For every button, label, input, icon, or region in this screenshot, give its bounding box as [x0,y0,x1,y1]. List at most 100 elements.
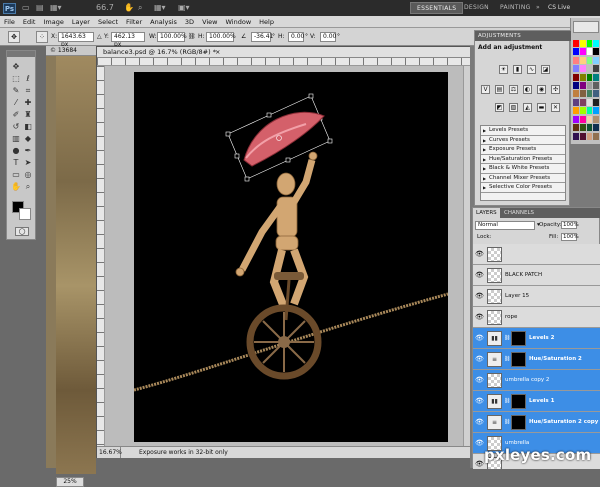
visibility-eye-icon[interactable]: 👁 [475,271,484,280]
workspace-essentials[interactable]: ESSENTIALS [410,2,464,14]
swatch[interactable] [573,115,579,123]
threshold-icon[interactable]: ◭ [523,103,532,112]
fill-input[interactable]: 100% [561,233,579,241]
preset-hue-saturation[interactable]: Hue/Saturation Presets [481,155,565,164]
hskew-input[interactable]: 0.00 [288,32,304,42]
gradient-tool-icon[interactable]: ▥ [10,133,22,144]
swatch[interactable] [573,124,579,132]
vibrance-icon[interactable]: V [481,85,490,94]
swatch[interactable] [593,65,599,73]
tab-channels[interactable]: CHANNELS [501,208,537,218]
layer-thumbnail[interactable] [487,247,502,262]
brightness-icon[interactable]: ☀ [499,65,508,74]
mask-link-icon[interactable]: ⛓ [504,356,510,362]
color-balance-icon[interactable]: ⚖ [509,85,518,94]
preset-curves[interactable]: Curves Presets [481,136,565,145]
swatch[interactable] [586,40,593,47]
move-tool-icon[interactable]: ✥ [10,61,22,72]
shape-tool-icon[interactable]: ▭ [10,169,22,180]
brush-tool-icon[interactable]: ✐ [10,109,22,120]
swatch[interactable] [579,40,586,47]
swatch[interactable] [573,98,579,106]
swatch[interactable] [586,98,593,106]
eyedropper-tool-icon[interactable]: ⁄ [10,97,22,108]
swatch[interactable] [579,82,586,90]
layer-row[interactable]: 👁 ≡ ⛓ Hue/Saturation 2 copy [473,412,600,433]
bridge-icon[interactable]: ▭ [22,3,30,13]
document-zoom-field[interactable]: 16.67% [99,447,122,458]
preset-selective-color[interactable]: Selective Color Presets [481,183,565,193]
tools-panel-header[interactable] [7,51,35,57]
swatch[interactable] [586,115,593,123]
swatch[interactable] [586,124,593,132]
visibility-eye-icon[interactable]: 👁 [475,418,484,427]
height-input[interactable]: 100.00% [206,32,236,42]
layer-name[interactable]: Levels 2 [529,328,554,349]
swatch-grid[interactable] [573,40,599,140]
eraser-tool-icon[interactable]: ◧ [22,121,34,132]
swatch[interactable] [593,40,599,47]
swatch[interactable] [586,56,593,64]
curves-icon[interactable]: ∿ [527,65,536,74]
levels-adjustment-icon[interactable]: ▮▮ [487,394,502,409]
swatch[interactable] [579,132,586,140]
visibility-eye-icon[interactable]: 👁 [475,292,484,301]
levels-adjustment-icon[interactable]: ▮▮ [487,331,502,346]
swatch[interactable] [573,82,579,90]
opacity-input[interactable]: 100% [561,221,579,229]
swatch[interactable] [586,82,593,90]
preset-levels[interactable]: Levels Presets [481,126,565,136]
black-white-icon[interactable]: ◐ [523,85,532,94]
adjustments-panel-title[interactable]: ADJUSTMENTS [475,31,571,41]
background-document-tab[interactable]: © 13684 [46,46,96,56]
layer-row[interactable]: 👁 umbrella copy 2 [473,370,600,391]
channel-mixer-icon[interactable]: ✣ [551,85,560,94]
swatch[interactable] [579,90,586,98]
path-select-tool-icon[interactable]: ➤ [22,157,34,168]
constrain-icon[interactable]: ⛓ [188,33,196,40]
history-brush-tool-icon[interactable]: ↺ [10,121,22,132]
menu-layer[interactable]: Layer [68,16,94,28]
photo-filter-icon[interactable]: ◉ [537,85,546,94]
swatch[interactable] [593,115,599,123]
canvas[interactable] [133,72,449,442]
layer-mask-thumbnail[interactable] [511,415,526,430]
swatch[interactable] [579,98,586,106]
layer-thumbnail[interactable] [487,289,502,304]
layer-row[interactable]: 👁 ▮▮ ⛓ Levels 1 [473,391,600,412]
swatch[interactable] [573,90,579,98]
mask-link-icon[interactable]: ⛓ [504,335,510,341]
blend-mode-select[interactable]: Normal [475,221,535,230]
preset-exposure[interactable]: Exposure Presets [481,145,565,155]
layer-name[interactable]: umbrella copy 2 [505,370,549,391]
swatch[interactable] [586,90,593,98]
levels-icon[interactable]: ▮ [513,65,522,74]
preset-black-white[interactable]: Black & White Presets [481,164,565,174]
lasso-tool-icon[interactable]: ℓ [22,73,34,84]
visibility-eye-icon[interactable]: 👁 [475,376,484,385]
layer-thumbnail[interactable] [487,268,502,283]
swatch[interactable] [586,48,593,56]
swatch[interactable] [573,40,579,47]
swatch[interactable] [593,48,599,56]
quick-select-tool-icon[interactable]: ✎ [10,85,22,96]
selective-color-icon[interactable]: ✕ [551,103,560,112]
document-tab[interactable]: balance3.psd @ 16.7% (RGB/8#) * × [97,47,471,58]
layer-row[interactable]: 👁 Layer 15 [473,286,600,307]
healing-tool-icon[interactable]: ✚ [22,97,34,108]
swatch[interactable] [586,73,593,81]
visibility-eye-icon[interactable]: 👁 [475,397,484,406]
horizontal-ruler[interactable] [97,58,471,66]
angle-input[interactable]: -36.41 [251,32,273,42]
menu-analysis[interactable]: Analysis [146,16,181,28]
menu-image[interactable]: Image [39,16,67,28]
close-icon[interactable]: × [215,47,220,58]
swatch[interactable] [586,132,593,140]
workspace-more[interactable]: » [530,2,546,14]
menu-view[interactable]: View [198,16,221,28]
swatch[interactable] [586,65,593,73]
layer-name[interactable]: Layer 15 [505,286,529,307]
exposure-icon[interactable]: ◪ [541,65,550,74]
layer-name[interactable]: Hue/Saturation 2 [529,349,582,370]
hand-tool-icon[interactable]: ✋ [10,181,22,192]
